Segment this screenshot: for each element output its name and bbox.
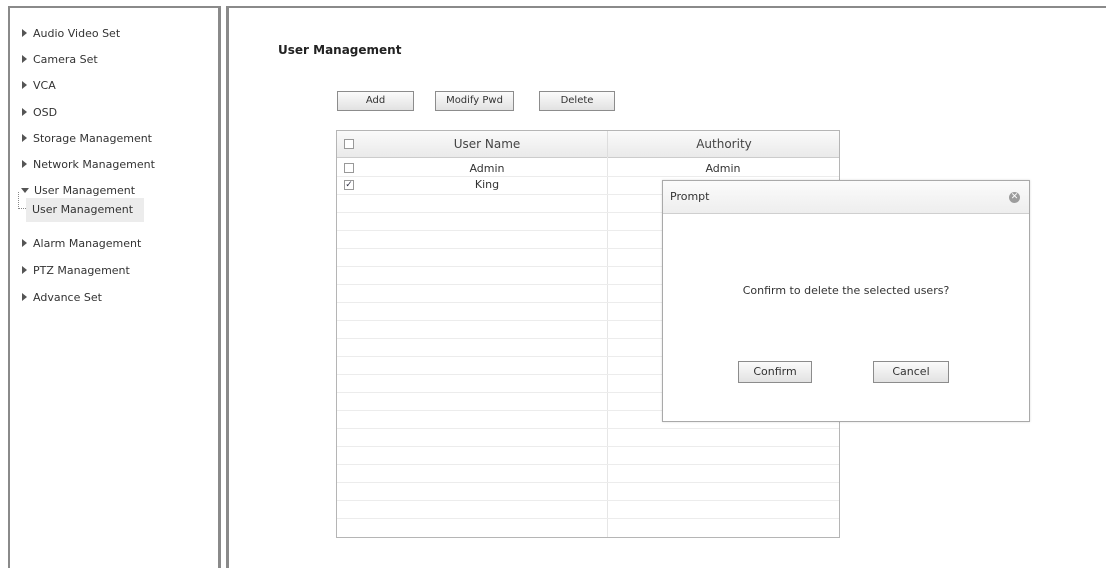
- nav-subitem-label: User Management: [32, 203, 134, 216]
- select-all-checkbox[interactable]: [344, 139, 354, 149]
- dialog-message: Confirm to delete the selected users?: [742, 284, 950, 297]
- nav-item-audio-video-set[interactable]: Audio Video Set: [22, 25, 120, 43]
- expand-arrow-icon: [22, 239, 27, 247]
- expand-arrow-icon: [22, 266, 27, 274]
- page-title: User Management: [278, 43, 402, 57]
- expand-arrow-icon: [22, 108, 27, 116]
- nav-item-label: User Management: [34, 184, 136, 197]
- nav-item-label: Network Management: [33, 158, 155, 171]
- expand-arrow-icon: [22, 293, 27, 301]
- expand-arrow-icon: [22, 81, 27, 89]
- row-divider: [337, 518, 839, 519]
- expand-arrow-icon: [22, 134, 27, 142]
- nav-item-network-management[interactable]: Network Management: [22, 156, 155, 174]
- table-header: User Name Authority: [337, 131, 839, 158]
- nav-item-osd[interactable]: OSD: [22, 104, 57, 122]
- expand-arrow-icon: [22, 160, 27, 168]
- nav-item-advance-set[interactable]: Advance Set: [22, 289, 102, 307]
- nav-item-storage-management[interactable]: Storage Management: [22, 130, 152, 148]
- modify-pwd-button[interactable]: Modify Pwd: [435, 91, 514, 111]
- cell-user-name: King: [474, 178, 500, 191]
- row-divider: [337, 500, 839, 501]
- nav-item-camera-set[interactable]: Camera Set: [22, 51, 98, 69]
- column-divider: [607, 157, 608, 537]
- nav-item-label: VCA: [33, 79, 56, 92]
- row-checkbox-checked[interactable]: ✓: [344, 180, 354, 190]
- prompt-dialog: Prompt ✕ Confirm to delete the selected …: [662, 180, 1030, 422]
- confirm-button[interactable]: Confirm: [738, 361, 812, 383]
- nav-item-label: Alarm Management: [33, 237, 142, 250]
- dialog-title: Prompt: [670, 190, 710, 203]
- dialog-header: Prompt ✕: [663, 181, 1029, 214]
- expand-arrow-icon: [22, 29, 27, 37]
- nav-item-ptz-management[interactable]: PTZ Management: [22, 262, 130, 280]
- column-header-authority: Authority: [607, 131, 839, 157]
- delete-button[interactable]: Delete: [539, 91, 615, 111]
- row-divider: [337, 176, 839, 177]
- nav-item-label: Advance Set: [33, 291, 102, 304]
- row-divider: [337, 428, 839, 429]
- tree-connector: [18, 192, 26, 209]
- row-divider: [337, 482, 839, 483]
- nav-item-label: Camera Set: [33, 53, 98, 66]
- expand-arrow-icon: [22, 55, 27, 63]
- nav-item-label: Audio Video Set: [33, 27, 121, 40]
- nav-item-vca[interactable]: VCA: [22, 77, 56, 95]
- cancel-button[interactable]: Cancel: [873, 361, 949, 383]
- nav-item-label: Storage Management: [33, 132, 152, 145]
- nav-item-label: OSD: [33, 106, 58, 119]
- row-divider: [337, 464, 839, 465]
- column-header-user-name: User Name: [453, 137, 521, 151]
- row-divider: [337, 446, 839, 447]
- nav-subitem-user-management[interactable]: User Management: [18, 192, 144, 222]
- close-icon[interactable]: ✕: [1009, 192, 1020, 203]
- nav-item-label: PTZ Management: [33, 264, 130, 277]
- cell-authority: Admin: [705, 162, 741, 175]
- nav-item-alarm-management[interactable]: Alarm Management: [22, 235, 141, 253]
- cell-user-name: Admin: [469, 162, 505, 175]
- add-button[interactable]: Add: [337, 91, 414, 111]
- row-checkbox[interactable]: [344, 163, 354, 173]
